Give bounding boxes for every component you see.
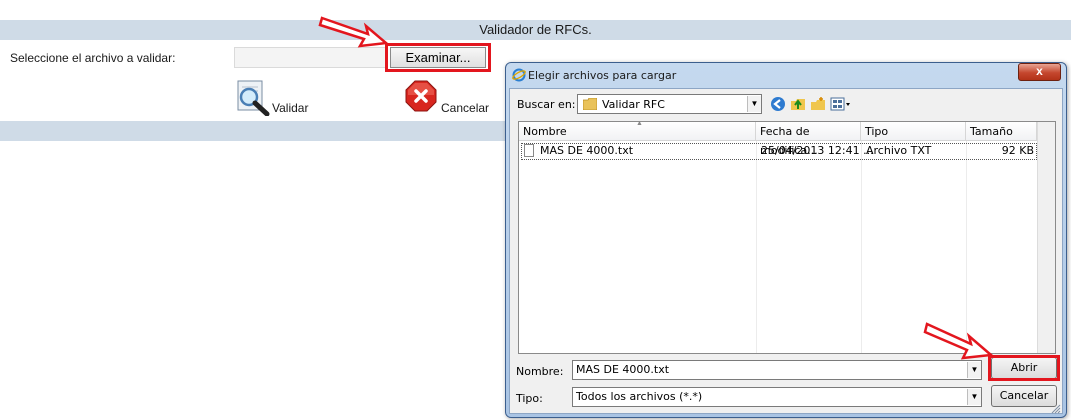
filename-label: Nombre: (516, 365, 564, 378)
browse-highlight-box (385, 43, 491, 72)
filename-field[interactable]: MAS DE 4000.txt (572, 360, 982, 380)
column-divider (861, 141, 862, 353)
sort-indicator-icon: ▲ (636, 120, 643, 127)
arrow-annotation-open (923, 322, 994, 360)
column-divider (756, 141, 757, 353)
file-name-cell: MAS DE 4000.txt (540, 144, 634, 157)
page-title: Validador de RFCs. (479, 22, 592, 37)
file-path-input[interactable] (234, 47, 387, 68)
column-header-type[interactable]: Tipo (861, 122, 966, 141)
filetype-label: Tipo: (516, 392, 543, 405)
chevron-down-icon[interactable]: ▼ (967, 389, 981, 405)
cancel-button-label[interactable]: Cancelar (441, 101, 489, 115)
file-list-scrollbar[interactable] (1037, 122, 1055, 353)
look-in-label: Buscar en: (517, 98, 576, 111)
column-header-modified[interactable]: Fecha de modifica... (756, 122, 861, 157)
validate-button-label[interactable]: Validar (272, 101, 308, 115)
file-type-cell: Archivo TXT (866, 144, 932, 157)
validate-magnifier-icon[interactable] (234, 80, 272, 116)
resize-grip-icon[interactable] (1049, 402, 1061, 414)
dialog-close-button[interactable]: x (1018, 63, 1061, 81)
section-divider-bar (0, 121, 505, 141)
column-header-size[interactable]: Tamaño (966, 122, 1037, 141)
dialog-title: Elegir archivos para cargar (528, 69, 677, 82)
look-in-value: Validar RFC (602, 98, 665, 111)
text-file-icon (524, 144, 534, 157)
file-modified-cell: 25/04/2013 12:41 ... (761, 144, 874, 157)
up-folder-icon[interactable] (790, 96, 806, 112)
folder-icon (583, 98, 597, 110)
arrow-annotation-browse (318, 16, 390, 48)
open-highlight-box (988, 355, 1060, 381)
file-size-cell: 92 KB (1001, 144, 1034, 157)
back-icon[interactable] (770, 96, 786, 112)
dialog-cancel-button[interactable]: Cancelar (991, 385, 1057, 407)
chevron-down-icon[interactable]: ▼ (747, 96, 761, 112)
filetype-select[interactable]: Todos los archivos (*.*) (572, 387, 982, 407)
view-menu-icon[interactable] (830, 96, 852, 112)
cancel-x-icon[interactable] (405, 80, 437, 112)
internet-explorer-icon (512, 68, 526, 82)
chevron-down-icon[interactable]: ▼ (967, 362, 981, 378)
select-file-label: Seleccione el archivo a validar: (10, 51, 176, 65)
new-folder-icon[interactable] (810, 96, 826, 112)
